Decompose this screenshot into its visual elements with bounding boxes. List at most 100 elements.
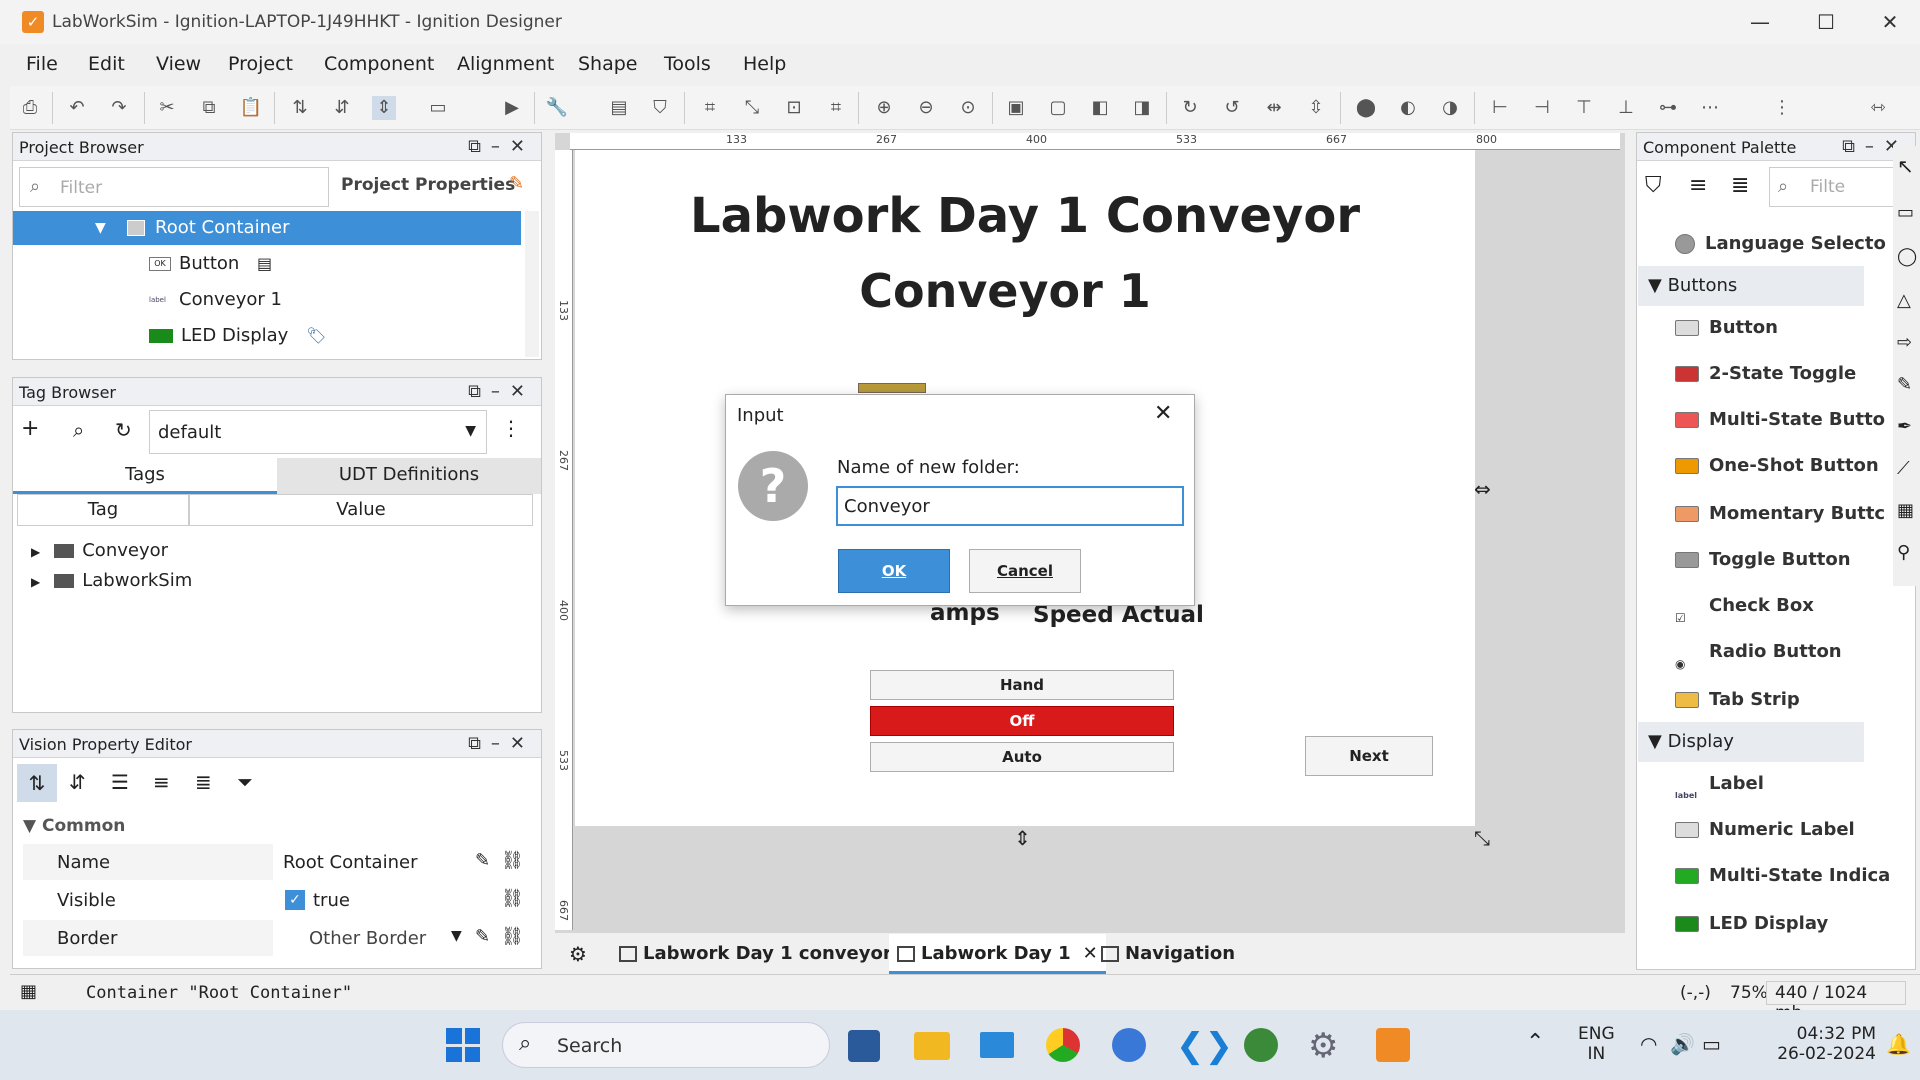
palette-button[interactable]: Button [1675, 308, 1778, 348]
pointer-icon[interactable]: ↖ [1897, 154, 1914, 178]
zoom-fit-icon[interactable]: ⊙ [956, 96, 980, 120]
palette-mode-icon[interactable]: ⛉ [1645, 173, 1662, 198]
ignition-designer-taskbar-icon[interactable] [1376, 1028, 1410, 1062]
tree-item-root-container[interactable]: ▼ Root Container [13, 211, 521, 245]
menu-alignment[interactable]: Alignment [457, 53, 554, 75]
shield-icon[interactable]: ⛉ [648, 96, 672, 120]
close-window-button[interactable]: ✕ [1860, 6, 1920, 38]
binding-link-icon[interactable]: ⛓ [501, 888, 524, 909]
tree-item-led-display[interactable]: LED Display 🏷 [149, 319, 326, 353]
align-left-icon[interactable]: ⊢ [1488, 96, 1512, 120]
project-properties-link[interactable]: Project Properties [341, 175, 515, 195]
crop-icon[interactable]: ⌗ [824, 96, 848, 120]
align-icon[interactable]: ⇅ [288, 96, 312, 120]
pen-tool-icon[interactable]: ✒ [1897, 416, 1912, 437]
tab-navigation[interactable]: Navigation [1093, 934, 1243, 974]
ellipse-tool-icon[interactable]: ◯ [1897, 246, 1917, 267]
app-store-icon[interactable] [1112, 1028, 1146, 1062]
line-tool-icon[interactable]: ⟋ [1897, 458, 1910, 479]
dialog-close-button[interactable]: ✕ [1154, 401, 1172, 426]
minimize-button[interactable]: — [1730, 6, 1790, 38]
palette-numeric-label[interactable]: Numeric Label [1675, 810, 1855, 850]
ok-button[interactable]: OK [838, 549, 950, 593]
palette-led-display[interactable]: LED Display [1675, 904, 1828, 944]
conveyor-image[interactable] [858, 383, 926, 393]
expand-groups-icon[interactable]: ≡ [1689, 173, 1707, 198]
clock[interactable]: 04:32 PM 26-02-2024 [1758, 1024, 1876, 1064]
palette-check-box[interactable]: ☑Check Box [1675, 586, 1814, 626]
menu-shape[interactable]: Shape [578, 53, 638, 75]
menu-project[interactable]: Project [228, 53, 293, 75]
zoom-in-icon[interactable]: ⊕ [872, 96, 896, 120]
tag-provider-select[interactable]: default ▼ [149, 410, 487, 454]
refresh-icon[interactable]: ↻ [115, 418, 132, 442]
menu-component[interactable]: Component [324, 53, 434, 75]
cancel-button[interactable]: Cancel [969, 549, 1081, 593]
chevron-down-icon[interactable]: ▼ [451, 928, 462, 944]
memory-indicator[interactable]: 440 / 1024 mb [1766, 981, 1906, 1023]
shape-intersect-icon[interactable]: ◑ [1438, 96, 1462, 120]
resize-icon[interactable]: ⇿ [1866, 96, 1890, 120]
copy-icon[interactable]: ⧉ [197, 96, 221, 120]
tray-chevron-icon[interactable]: ⌃ [1526, 1030, 1544, 1055]
layout-icon[interactable]: ⇕ [372, 96, 396, 120]
fit-icon[interactable]: ⊡ [782, 96, 806, 120]
panel-controls-icon[interactable]: ⧉–✕ [468, 136, 535, 157]
column-value[interactable]: Value [189, 494, 533, 526]
project-tree-scrollbar[interactable] [525, 211, 539, 357]
cut-icon[interactable]: ✂ [155, 96, 179, 120]
vscode-icon[interactable]: ❮❯ [1176, 1026, 1233, 1066]
tab-labwork-day-1[interactable]: Labwork Day 1 ✕ [889, 934, 1106, 974]
sort-category-icon[interactable]: ⇅ [17, 764, 57, 802]
project-filter-input[interactable]: ⌕ Filter [19, 167, 329, 207]
group-icon[interactable]: ▣ [1004, 96, 1028, 120]
flip-h-icon[interactable]: ⇹ [1262, 96, 1286, 120]
more-options-icon[interactable]: ⋮ [501, 416, 521, 440]
more-align-icon[interactable]: ⋮ [1770, 96, 1794, 120]
palette-momentary-button[interactable]: Momentary Buttc [1675, 494, 1885, 534]
tag-row-labworksim[interactable]: ▶ LabworkSim [31, 564, 192, 598]
palette-group-display[interactable]: ▼ Display [1638, 722, 1864, 762]
list-view-icon[interactable]: ☰ [111, 770, 129, 794]
grid-icon[interactable]: ⌗ [698, 96, 722, 120]
chrome-icon[interactable] [1046, 1028, 1080, 1062]
menu-file[interactable]: File [26, 53, 58, 75]
polygon-tool-icon[interactable]: △ [1897, 290, 1911, 311]
section-common[interactable]: ▼ Common [23, 816, 125, 836]
expand-arrow-icon[interactable]: ▶ [31, 545, 40, 559]
window-icon[interactable]: ▭ [426, 96, 450, 120]
desktop-app-icon[interactable] [980, 1032, 1014, 1058]
collapse-groups-icon[interactable]: ≣ [1731, 173, 1749, 198]
send-back-icon[interactable]: ◨ [1130, 96, 1154, 120]
expand-all-icon[interactable]: ≡ [153, 770, 170, 794]
settings-gear-icon[interactable]: ⚙ [1308, 1026, 1338, 1066]
shape-diff-icon[interactable]: ◐ [1396, 96, 1420, 120]
notification-bell-icon[interactable]: 🔔 [1886, 1032, 1911, 1056]
redo-icon[interactable]: ↷ [107, 96, 131, 120]
tree-item-conveyor-1[interactable]: label Conveyor 1 [149, 283, 282, 317]
off-button[interactable]: Off [870, 706, 1174, 736]
palette-group-buttons[interactable]: ▼ Buttons [1638, 266, 1864, 306]
filter-icon[interactable]: ⏷ [237, 770, 253, 794]
tree-item-button[interactable]: OK Button ▤ [149, 247, 272, 281]
search-icon[interactable]: ⌕ [73, 418, 84, 442]
resize-corner-handle-icon[interactable]: ⤡ [1474, 826, 1490, 850]
binding-link-icon[interactable]: ⛓ [501, 926, 524, 947]
prop-border-value[interactable]: Other Border [309, 928, 426, 949]
rotate-ccw-icon[interactable]: ↺ [1220, 96, 1244, 120]
sort-alpha-icon[interactable]: ⇵ [69, 770, 86, 794]
zoom-out-icon[interactable]: ⊖ [914, 96, 938, 120]
menu-tools[interactable]: Tools [664, 53, 711, 75]
distribute-icon[interactable]: ⊶ [1656, 96, 1680, 120]
folder-name-input[interactable]: Conveyor [836, 486, 1184, 526]
auto-button[interactable]: Auto [870, 742, 1174, 772]
tab-labwork-day-1-conveyor2[interactable]: Labwork Day 1 conveyor2 [611, 934, 912, 974]
palette-2-state-toggle[interactable]: 2-State Toggle [1675, 354, 1856, 394]
menu-help[interactable]: Help [743, 53, 786, 75]
paste-icon[interactable]: 📋 [239, 96, 263, 120]
mongodb-icon[interactable] [1244, 1028, 1278, 1062]
expand-icon[interactable]: ⤡ [740, 96, 764, 120]
save-icon[interactable]: ⎙ [18, 96, 42, 120]
menu-view[interactable]: View [156, 53, 201, 75]
language-indicator[interactable]: ENG IN [1578, 1024, 1615, 1064]
